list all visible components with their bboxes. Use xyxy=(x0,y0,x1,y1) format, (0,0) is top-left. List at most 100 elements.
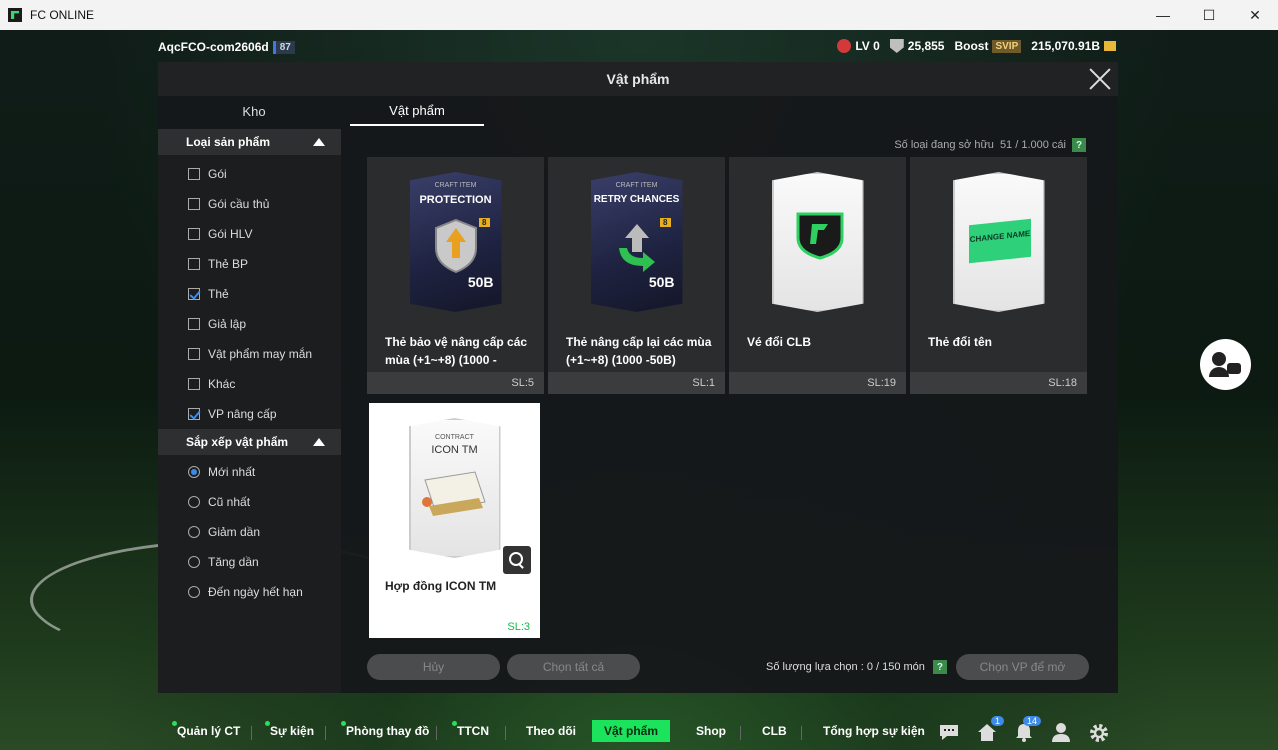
sort-den-ngay-het-han[interactable]: Đến ngày hết hạn xyxy=(158,577,341,607)
hud-resources: LV 0 25,855 Boost SVIP 215,070.91B xyxy=(837,39,1116,53)
user-level-badge: 87 xyxy=(272,40,295,54)
nav-theo-doi[interactable]: Theo dõi xyxy=(526,724,576,738)
radio-icon[interactable] xyxy=(188,496,200,508)
radio-icon[interactable] xyxy=(188,556,200,568)
item-name: Thẻ bảo vệ nâng cấp các mùa (+1~+8) (100… xyxy=(385,335,528,367)
zoom-magnifier-icon[interactable] xyxy=(503,546,531,574)
notification-badge: 14 xyxy=(1022,716,1041,726)
filter-vp-nang-cap[interactable]: VP nâng cấp xyxy=(158,399,341,429)
item-card-retry-chances[interactable]: CRAFT ITEM RETRY CHANCES 8 50B Thẻ nâng … xyxy=(548,157,725,394)
nav-ttcn[interactable]: TTCN xyxy=(452,721,489,738)
checkbox-icon[interactable] xyxy=(188,168,200,180)
sort-moi-nhat[interactable]: Mới nhất xyxy=(158,457,341,487)
lv-indicator[interactable]: LV 0 xyxy=(837,39,880,53)
help-icon[interactable]: ? xyxy=(1072,138,1086,152)
nav-label: Phòng thay đồ xyxy=(346,724,430,738)
nav-shop[interactable]: Shop xyxy=(696,724,726,738)
filter-goi[interactable]: Gói xyxy=(158,159,341,189)
maximize-button[interactable]: ☐ xyxy=(1186,0,1232,30)
nav-separator xyxy=(801,726,802,740)
points-indicator[interactable]: 25,855 xyxy=(889,39,944,53)
chat-icon[interactable] xyxy=(938,722,960,742)
minimize-button[interactable]: — xyxy=(1140,0,1186,30)
item-card-protection[interactable]: CRAFT ITEM PROTECTION 8 50B Thẻ bảo vệ n… xyxy=(367,157,544,394)
support-chat-button[interactable] xyxy=(1200,339,1251,390)
sort-section-header[interactable]: Sắp xếp vật phẩm xyxy=(158,429,341,455)
sort-tang-dan[interactable]: Tăng dần xyxy=(158,547,341,577)
filter-gia-lap[interactable]: Giả lập xyxy=(158,309,341,339)
filter-khac[interactable]: Khác xyxy=(158,369,341,399)
select-all-button[interactable]: Chọn tất cả xyxy=(507,654,640,680)
filter-the[interactable]: Thẻ xyxy=(158,279,341,309)
owned-value: 51 / 1.000 cái xyxy=(999,139,1066,151)
checkbox-icon[interactable] xyxy=(188,258,200,270)
radio-icon[interactable] xyxy=(188,586,200,598)
nav-phong-thay-do[interactable]: Phòng thay đồ xyxy=(341,721,430,738)
selection-label: Số lượng lựa chọn : 0 / 150 món xyxy=(766,661,925,673)
change-name-image: CHANGE NAME xyxy=(952,172,1045,312)
tab-vat-pham[interactable]: Vật phẩm xyxy=(350,96,484,126)
checkbox-icon[interactable] xyxy=(188,198,200,210)
nav-vat-pham[interactable]: Vật phẩm xyxy=(592,720,671,742)
sort-cu-nhat[interactable]: Cũ nhất xyxy=(158,487,341,517)
grade-badge: 8 xyxy=(660,218,671,227)
boost-indicator[interactable]: Boost SVIP xyxy=(954,39,1022,53)
home-icon[interactable]: 1 xyxy=(976,716,1004,742)
tab-kho[interactable]: Kho xyxy=(158,96,350,126)
cancel-button[interactable]: Hủy xyxy=(367,654,500,680)
help-icon[interactable]: ? xyxy=(932,660,947,674)
nav-separator xyxy=(436,726,437,740)
coin-icon xyxy=(1104,41,1116,51)
nav-label: TTCN xyxy=(457,724,489,738)
filter-vat-pham-may-man[interactable]: Vật phẩm may mắn xyxy=(158,339,341,369)
profile-icon[interactable] xyxy=(1050,722,1072,742)
checkbox-icon[interactable] xyxy=(188,348,200,360)
checkbox-icon[interactable] xyxy=(188,318,200,330)
window-controls: — ☐ ✕ xyxy=(1140,0,1278,30)
chat-bubble-icon xyxy=(1227,363,1241,374)
nav-su-kien[interactable]: Sự kiện xyxy=(265,721,314,738)
product-type-section-header[interactable]: Loại sản phẩm xyxy=(158,129,341,155)
close-window-button[interactable]: ✕ xyxy=(1232,0,1278,30)
balance-indicator[interactable]: 215,070.91B xyxy=(1031,39,1116,53)
item-card-change-name[interactable]: CHANGE NAME Thẻ đổi tên SL:18 xyxy=(910,157,1087,394)
open-items-button[interactable]: Chọn VP để mở xyxy=(956,654,1089,680)
nav-separator xyxy=(505,726,506,740)
filter-goi-hlv[interactable]: Gói HLV xyxy=(158,219,341,249)
nav-label: Quản lý CT xyxy=(177,724,241,738)
checkbox-icon[interactable] xyxy=(188,378,200,390)
filter-label: Giả lập xyxy=(208,317,247,331)
window-title: FC ONLINE xyxy=(30,8,95,22)
new-dot-icon xyxy=(172,721,177,726)
item-card-club-ticket[interactable]: Vé đổi CLB SL:19 xyxy=(729,157,906,394)
item-quantity: SL:1 xyxy=(548,372,725,394)
bell-icon[interactable]: 14 xyxy=(1013,716,1041,742)
radio-icon[interactable] xyxy=(188,526,200,538)
nav-quan-ly-ct[interactable]: Quản lý CT xyxy=(172,721,241,738)
retry-arrows-icon xyxy=(618,224,655,272)
nav-clb[interactable]: CLB xyxy=(762,724,787,738)
sort-label: Giảm dần xyxy=(208,525,261,539)
contract-image: CONTRACT ICON TM xyxy=(408,418,501,558)
owned-count: Số loại đang sở hữu 51 / 1.000 cái ? xyxy=(894,138,1086,152)
owned-label: Số loại đang sở hữu xyxy=(894,139,994,151)
collapse-triangle-icon[interactable] xyxy=(313,438,325,446)
item-art: CHANGE NAME xyxy=(910,157,1087,327)
filter-goi-cau-thu[interactable]: Gói cầu thủ xyxy=(158,189,341,219)
checkbox-checked-icon[interactable] xyxy=(188,288,200,300)
item-card-icon-tm-contract[interactable]: CONTRACT ICON TM Hợp đồng ICON TM SL:3 xyxy=(369,403,540,638)
checkbox-icon[interactable] xyxy=(188,228,200,240)
close-dialog-icon[interactable] xyxy=(1088,67,1112,91)
sort-giam-dan[interactable]: Giảm dần xyxy=(158,517,341,547)
user-info[interactable]: AqcFCO-com2606d 87 xyxy=(158,40,295,54)
gear-icon[interactable] xyxy=(1088,722,1110,742)
contract-document-icon xyxy=(421,471,486,516)
items-dialog: Vật phẩm Kho Vật phẩm Số loại đang sở hữ… xyxy=(158,62,1118,693)
radio-selected-icon[interactable] xyxy=(188,466,200,478)
nav-tong-hop-su-kien[interactable]: Tổng hợp sự kiện xyxy=(823,724,925,738)
collapse-triangle-icon[interactable] xyxy=(313,138,325,146)
filter-label: Gói xyxy=(208,167,227,181)
checkbox-checked-icon[interactable] xyxy=(188,408,200,420)
item-art xyxy=(729,157,906,327)
filter-the-bp[interactable]: Thẻ BP xyxy=(158,249,341,279)
